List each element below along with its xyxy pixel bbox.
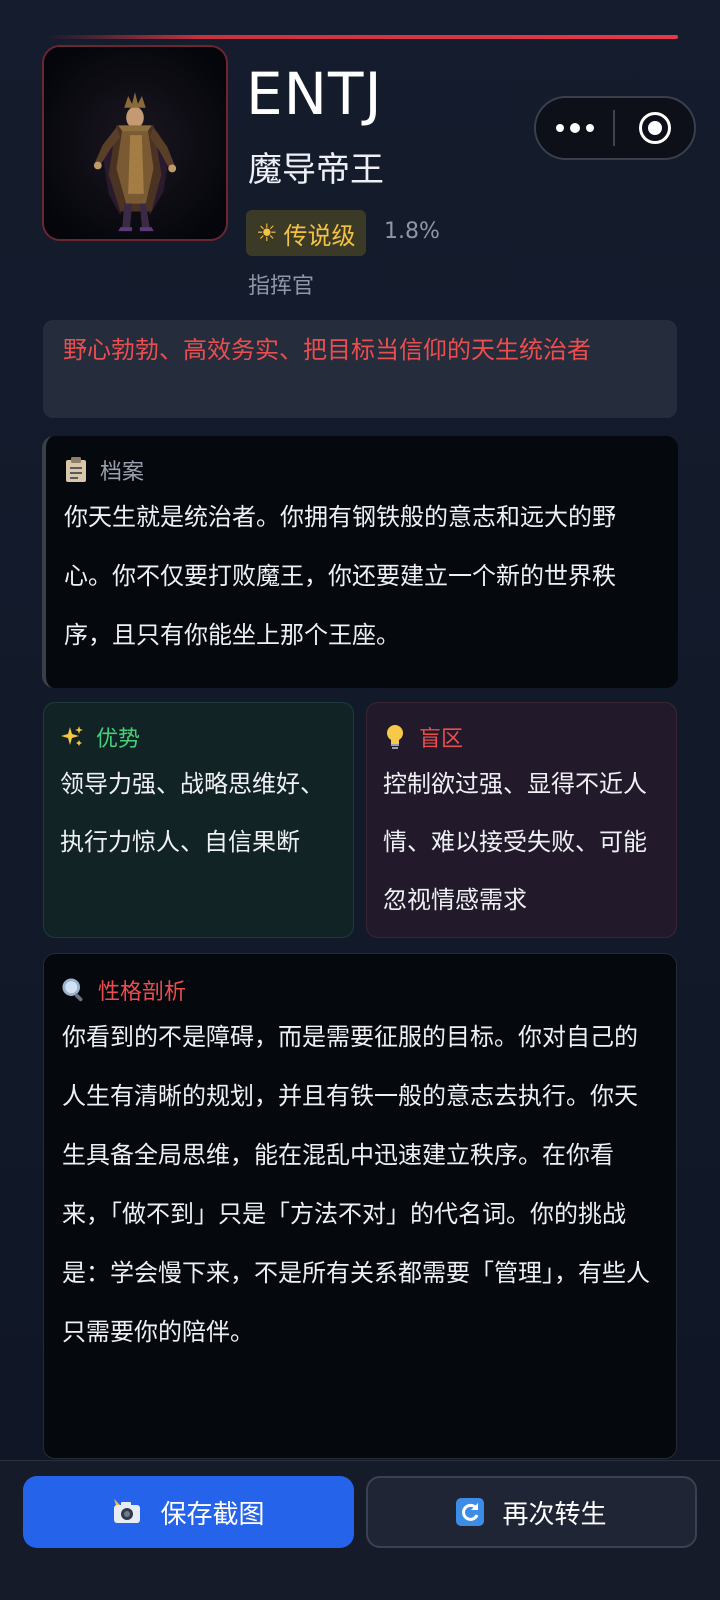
- more-options-icon[interactable]: [536, 98, 613, 158]
- strengths-card: 优势 领导力强、战略思维好、执行力惊人、自信果断: [43, 702, 354, 938]
- archive-header: 档案: [64, 454, 658, 486]
- tagline-banner: 野心勃勃、高效务实、把目标当信仰的天生统治者: [43, 320, 677, 418]
- blind-spots-text: 控制欲过强、显得不近人情、难以接受失败、可能忽视情感需求: [383, 770, 647, 914]
- sparkles-icon: [60, 723, 84, 751]
- personality-type-code: ENTJ: [246, 60, 383, 128]
- strengths-title: 优势: [96, 727, 141, 752]
- reborn-again-label: 再次转生: [502, 1499, 607, 1530]
- character-title: 魔导帝王: [248, 150, 384, 190]
- rarity-label: 传说级: [283, 221, 356, 250]
- rarity-percent: 1.8%: [384, 219, 440, 244]
- blind-spots-card: 盲区 控制欲过强、显得不近人情、难以接受失败、可能忽视情感需求: [366, 702, 677, 938]
- blind-spots-title: 盲区: [419, 727, 464, 752]
- analysis-card: 性格剖析 你看到的不是障碍，而是需要征服的目标。你对自己的人生有清晰的规划，并且…: [43, 953, 677, 1459]
- rarity-badge: ☀ 传说级: [246, 210, 366, 256]
- save-screenshot-button[interactable]: 保存截图: [23, 1476, 354, 1548]
- sun-icon: ☀: [256, 219, 278, 247]
- magnifier-icon: [62, 976, 86, 1004]
- result-page: ENTJ 魔导帝王 ☀ 传说级 1.8% 指挥官 野心勃勃、高效务实、把目标当信…: [0, 0, 720, 1600]
- archive-title: 档案: [100, 460, 145, 485]
- archive-card: 档案 你天生就是统治者。你拥有钢铁般的意志和远大的野心。你不仅要打败魔王，你还要…: [42, 436, 678, 688]
- analysis-text: 你看到的不是障碍，而是需要征服的目标。你对自己的人生有清晰的规划，并且有铁一般的…: [62, 1023, 650, 1346]
- clipboard-icon: [64, 456, 88, 484]
- save-screenshot-label: 保存截图: [160, 1499, 265, 1530]
- strengths-text: 领导力强、战略思维好、执行力惊人、自信果断: [60, 770, 324, 856]
- refresh-icon: [456, 1498, 485, 1526]
- emperor-figure-image: [44, 47, 226, 239]
- mini-program-capsule: [534, 96, 696, 160]
- close-target-icon[interactable]: [615, 98, 694, 158]
- analysis-header: 性格剖析: [62, 974, 656, 1006]
- blind-spots-header: 盲区: [383, 721, 660, 753]
- reborn-again-button[interactable]: 再次转生: [366, 1476, 697, 1548]
- bottom-action-bar: 保存截图 再次转生: [0, 1460, 720, 1600]
- strengths-header: 优势: [60, 721, 337, 753]
- header-accent-line: [44, 35, 678, 39]
- archive-text: 你天生就是统治者。你拥有钢铁般的意志和远大的野心。你不仅要打败魔王，你还要建立一…: [64, 503, 616, 649]
- lightbulb-icon: [383, 723, 407, 751]
- character-portrait: [42, 45, 228, 241]
- camera-flash-icon: [112, 1499, 142, 1525]
- analysis-title: 性格剖析: [98, 980, 187, 1005]
- role-label: 指挥官: [248, 274, 315, 299]
